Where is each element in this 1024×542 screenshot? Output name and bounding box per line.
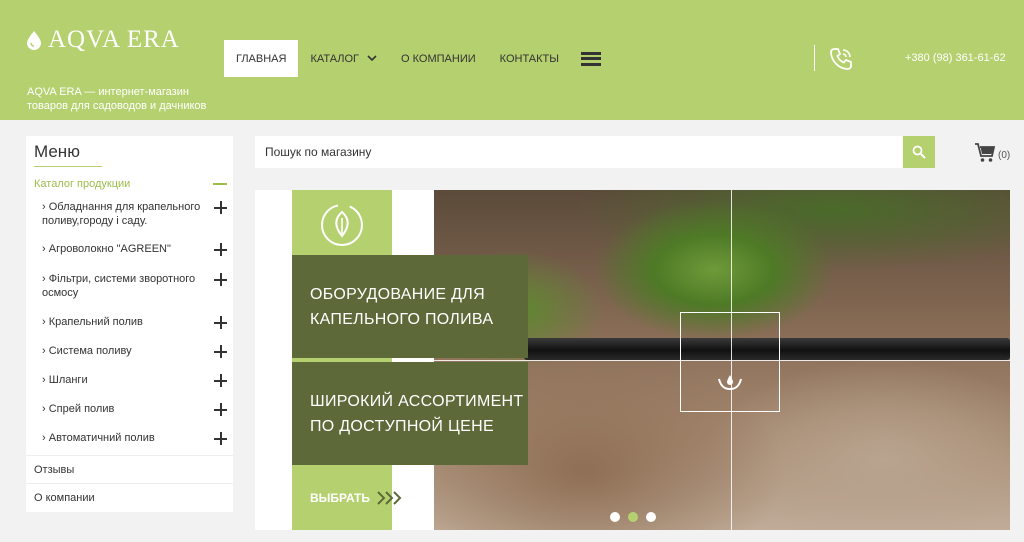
sidebar-item-filters[interactable]: › Фільтри, системи зворотного осмосу: [26, 272, 233, 315]
search-input[interactable]: [255, 136, 903, 168]
sidebar-item-label: › Обладнання для крапельного поливу,горо…: [42, 201, 201, 227]
slide-headline: Оборудование для капельного полива: [310, 285, 494, 328]
sidebar-item-irrigation-system[interactable]: › Система поливу: [26, 344, 233, 373]
sidebar-catalog-toggle[interactable]: Каталог продукции: [26, 171, 233, 197]
sidebar-item-hoses[interactable]: › Шланги: [26, 373, 233, 402]
sidebar-item-drip-equipment[interactable]: › Обладнання для крапельного поливу,горо…: [26, 200, 233, 242]
hero-slider[interactable]: Оборудование для капельного полива Широк…: [255, 190, 1010, 530]
drop-leaf-icon: [718, 375, 742, 391]
sidebar-catalog-label: Каталог продукции: [34, 178, 131, 190]
expand-plus-icon[interactable]: [214, 273, 227, 286]
sidebar-item-label: › Фільтри, системи зворотного осмосу: [42, 273, 196, 299]
nav-home-label: Главная: [236, 52, 287, 65]
choose-button[interactable]: Выбрать: [310, 490, 406, 506]
sidebar-item-about[interactable]: О компании: [26, 483, 233, 511]
water-drop-icon: [27, 31, 41, 50]
sidebar-title: Меню: [34, 142, 80, 161]
eco-leaf-icon: [321, 204, 363, 246]
nav-about[interactable]: О компании: [389, 40, 488, 77]
slider-white-column: [392, 190, 434, 530]
logo[interactable]: AQVA ERA: [26, 26, 180, 54]
expand-plus-icon[interactable]: [214, 374, 227, 387]
nav-about-label: О компании: [401, 52, 476, 65]
search-icon: [912, 145, 926, 159]
sidebar-item-agrofiber[interactable]: › Агроволокно "AGREEN": [26, 242, 233, 272]
choose-button-label: Выбрать: [310, 491, 371, 505]
slider-dot-2[interactable]: [628, 512, 638, 522]
sidebar-item-label: О компании: [34, 491, 95, 504]
search-bar: [255, 136, 935, 168]
main-nav: Главная Каталог О компании Контакты: [224, 40, 601, 77]
sidebar-item-label: › Автоматичний полив: [42, 432, 155, 444]
slider-dot-1[interactable]: [610, 512, 620, 522]
search-button[interactable]: [903, 136, 935, 168]
cart-icon: [975, 143, 996, 162]
header-divider: [814, 45, 815, 71]
sidebar-menu: Меню Каталог продукции › Обладнання для …: [26, 136, 233, 512]
phone-number[interactable]: +380 (98) 361-61-62: [905, 52, 1006, 64]
sidebar-category-list: › Обладнання для крапельного поливу,горо…: [26, 200, 233, 457]
slider-left-strip: [255, 190, 292, 530]
slider-pagination: [610, 512, 656, 522]
sidebar-item-label: › Агроволокно "AGREEN": [42, 243, 171, 255]
hamburger-menu-icon[interactable]: [581, 51, 601, 66]
expand-plus-icon[interactable]: [214, 403, 227, 416]
expand-plus-icon[interactable]: [214, 201, 227, 214]
tagline: AQVA ERA — интернет-магазин товаров для …: [27, 86, 207, 112]
sidebar-item-drip-irrigation[interactable]: › Крапельний полив: [26, 315, 233, 344]
logo-text: AQVA ERA: [48, 26, 180, 53]
expand-plus-icon[interactable]: [214, 432, 227, 445]
expand-plus-icon[interactable]: [214, 243, 227, 256]
sidebar-item-reviews[interactable]: Отзывы: [26, 455, 233, 483]
site-header: AQVA ERA AQVA ERA — интернет-магазин тов…: [0, 0, 1024, 120]
slide-headline-box: Оборудование для капельного полива: [292, 255, 528, 358]
expand-plus-icon[interactable]: [214, 345, 227, 358]
double-chevron-right-icon: [377, 491, 402, 505]
nav-catalog-label: Каталог: [310, 52, 360, 65]
slide-subline: Широкий ассортимент по доступной цене: [310, 392, 524, 435]
sidebar-item-spray[interactable]: › Спрей полив: [26, 402, 233, 431]
sidebar-item-label: › Система поливу: [42, 345, 132, 357]
collapse-minus-icon[interactable]: [213, 183, 227, 185]
sidebar-item-label: › Шланги: [42, 374, 88, 386]
slider-dot-3[interactable]: [646, 512, 656, 522]
expand-plus-icon[interactable]: [214, 316, 227, 329]
sidebar-item-label: › Крапельний полив: [42, 316, 143, 328]
sidebar-item-auto-irrigation[interactable]: › Автоматичний полив: [26, 431, 233, 457]
sidebar-title-underline: [34, 166, 102, 167]
focus-frame: [680, 312, 780, 412]
sidebar-item-label: › Спрей полив: [42, 403, 115, 415]
sidebar-item-label: Отзывы: [34, 463, 75, 476]
cart-count: (0): [998, 150, 1011, 161]
chevron-down-icon: [367, 55, 377, 62]
phone-icon[interactable]: [828, 46, 854, 72]
nav-home[interactable]: Главная: [224, 40, 299, 77]
nav-catalog[interactable]: Каталог: [298, 40, 389, 77]
slide-subline-box: Широкий ассортимент по доступной цене: [292, 362, 528, 465]
nav-contacts[interactable]: Контакты: [488, 40, 571, 77]
nav-contacts-label: Контакты: [499, 52, 559, 65]
cart[interactable]: (0): [974, 141, 1010, 163]
